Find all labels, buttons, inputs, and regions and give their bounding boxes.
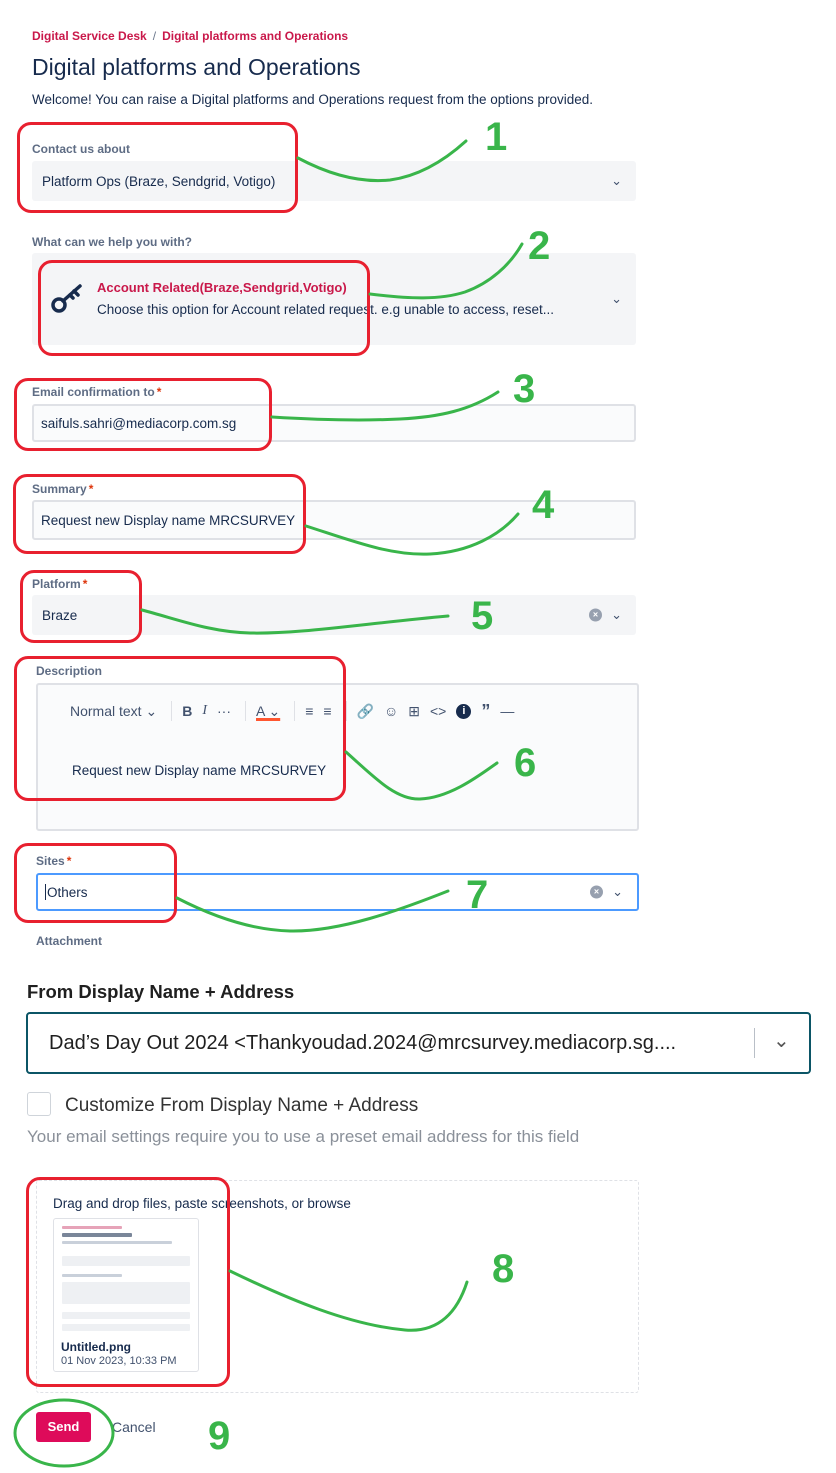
annotation-number: 1 — [485, 115, 508, 159]
annotation-number: 2 — [528, 224, 551, 268]
annotation-strokes — [13, 139, 524, 1468]
annotation-number: 8 — [492, 1247, 515, 1291]
annotation-number: 9 — [208, 1414, 231, 1458]
annotation-number: 5 — [471, 594, 494, 638]
annotation-number: 3 — [513, 367, 536, 411]
annotation-number: 6 — [514, 741, 537, 785]
annotation-number: 4 — [532, 483, 555, 527]
annotation-number: 7 — [466, 873, 489, 917]
